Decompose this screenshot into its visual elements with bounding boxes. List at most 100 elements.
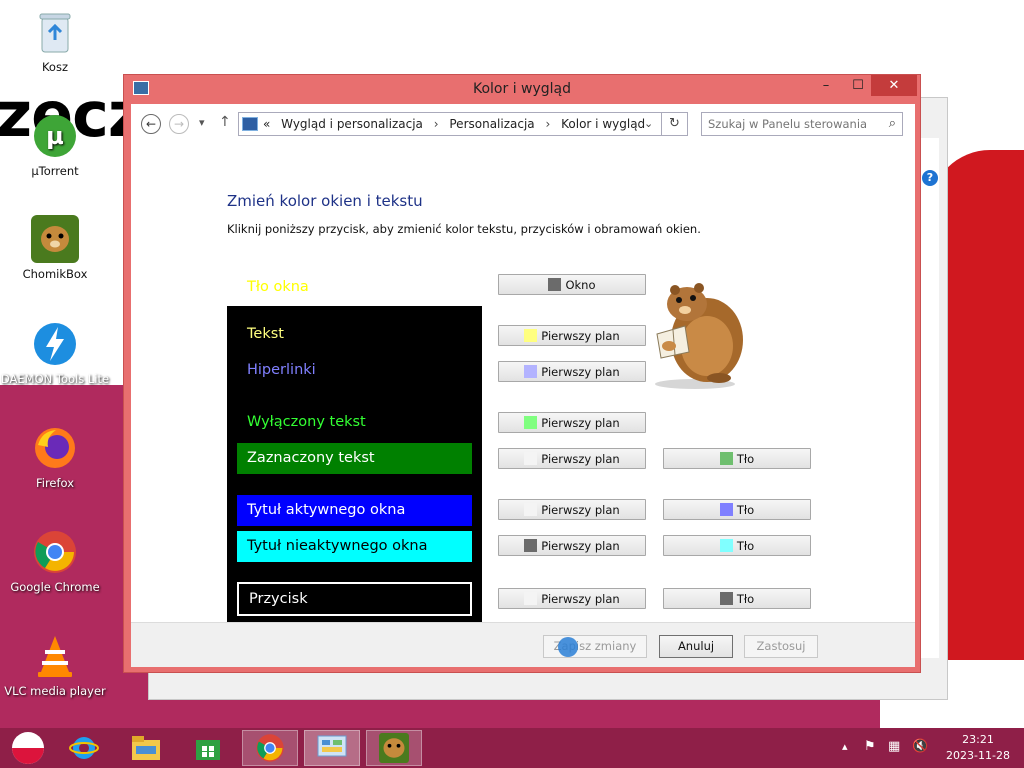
recycle-bin-icon [31,8,79,56]
breadcrumb-item-color[interactable]: Kolor i wygląd [561,117,645,131]
title-bar[interactable]: Kolor i wygląd – ☐ ✕ [124,75,920,103]
color-swatch [719,592,733,605]
maximize-button[interactable]: ☐ [844,75,872,97]
up-button[interactable]: ↑ [219,114,231,130]
taskbar-chrome[interactable] [242,730,298,766]
button-label: Pierwszy plan [541,538,620,553]
close-button[interactable]: ✕ [871,75,917,96]
action-center-flag-icon[interactable]: ⚑ [864,739,876,768]
color-swatch [524,592,538,605]
chrome-icon [31,528,79,576]
store-icon [196,740,220,760]
desktop-icon-utorrent[interactable]: µ µTorrent [0,112,110,178]
selected-foreground-button[interactable]: Pierwszy plan [498,448,646,469]
control-panel-icon [242,117,258,131]
preview-hyperlinks: Hiperlinki [247,362,316,378]
recent-locations-button[interactable]: ▾ [199,116,205,129]
color-swatch [524,452,538,465]
cancel-button[interactable]: Anuluj [659,635,733,658]
desktop-icon-firefox[interactable]: Firefox [0,424,110,490]
address-dropdown-icon[interactable]: ⌄ [644,117,653,130]
page-title: Zmień kolor okien i tekstu [227,192,423,210]
breadcrumb-item-personalization[interactable]: Personalizacja [449,117,534,131]
window-background-label: Tło okna [247,279,309,295]
firefox-icon [31,424,79,472]
button-label: Tło [736,538,755,553]
chomikbox-icon [379,733,409,763]
desktop-icon-recycle-bin[interactable]: Kosz [0,8,110,74]
selected-background-button[interactable]: Tło [663,448,811,469]
back-button[interactable]: ← [141,114,161,134]
button-foreground-button[interactable]: Pierwszy plan [498,588,646,609]
color-swatch [524,416,538,429]
text-foreground-button[interactable]: Pierwszy plan [498,325,646,346]
color-swatch [524,329,538,342]
color-preview-panel: Tekst Hiperlinki Wyłączony tekst Zaznacz… [227,306,482,627]
preview-text: Tekst [247,326,284,342]
preview-inactive-title: Tytuł nieaktywnego okna [237,531,472,562]
inactive-title-foreground-button[interactable]: Pierwszy plan [498,535,646,556]
apply-button[interactable]: Zastosuj [744,635,818,658]
active-title-foreground-button[interactable]: Pierwszy plan [498,499,646,520]
dialog-footer: Zapisz zmiany Anuluj Zastosuj [131,622,915,667]
hyperlink-foreground-button[interactable]: Pierwszy plan [498,361,646,382]
network-icon[interactable]: ▦ [888,739,900,768]
button-label: Tło [736,502,755,517]
preview-selected-text: Zaznaczony tekst [237,443,472,474]
desktop-icon-chrome[interactable]: Google Chrome [0,528,110,594]
clock-time: 23:21 [962,733,994,746]
desktop-icon-daemon-tools[interactable]: DAEMON Tools Lite [0,320,110,386]
window-title: Kolor i wygląd [472,81,572,97]
color-swatch [719,503,733,516]
search-input[interactable] [702,113,876,135]
help-icon[interactable]: ? [922,170,938,186]
taskbar-control-panel[interactable] [304,730,360,766]
button-background-button[interactable]: Tło [663,588,811,609]
button-label: Tło [736,591,755,606]
minimize-button[interactable]: – [812,75,840,97]
show-hidden-icons-button[interactable]: ▴ [842,740,848,768]
color-appearance-dialog[interactable]: Kolor i wygląd – ☐ ✕ ← → ▾ ↑ « Wygląd i … [123,74,921,673]
button-label: Pierwszy plan [541,591,620,606]
window-color-button[interactable]: Okno [498,274,646,295]
desktop-icon-label: µTorrent [31,164,79,178]
chrome-icon [256,734,284,762]
start-button[interactable] [0,730,56,766]
desktop-icon-chomikbox[interactable]: ChomikBox [0,215,110,281]
search-box[interactable]: ⌕ [701,112,903,136]
desktop-icon-vlc[interactable]: VLC media player [0,632,110,698]
volume-muted-icon[interactable]: 🔇 [912,739,928,768]
breadcrumb: « Wygląd i personalizacja › Personalizac… [263,117,646,131]
desktop-icon-label: VLC media player [4,684,106,698]
control-panel-icon [317,735,347,757]
navigation-bar: ← → ▾ ↑ « Wygląd i personalizacja › Pers… [131,104,915,144]
button-label: Tło [736,451,755,466]
chomikbox-icon [31,215,79,263]
active-title-background-button[interactable]: Tło [663,499,811,520]
daemon-tools-icon [31,320,79,368]
color-swatch [548,278,562,291]
button-label: Pierwszy plan [541,502,620,517]
desktop-icon-label: Google Chrome [10,580,100,594]
taskbar-store[interactable] [180,730,236,766]
taskbar-chomikbox[interactable] [366,730,422,766]
inactive-title-background-button[interactable]: Tło [663,535,811,556]
breadcrumb-item-personalization-appearance[interactable]: Wygląd i personalizacja [281,117,423,131]
search-icon[interactable]: ⌕ [889,116,896,131]
internet-explorer-icon [69,737,99,759]
windows-flag-icon [12,732,44,764]
taskbar-file-explorer[interactable] [118,730,174,766]
desktop-icon-label: Firefox [35,476,75,490]
color-swatch [524,503,538,516]
forward-button[interactable]: → [169,114,189,134]
button-label: Okno [565,277,596,292]
preview-disabled-text: Wyłączony tekst [247,414,366,430]
taskbar-clock[interactable]: 23:21 2023-11-28 [940,732,1016,764]
disabled-foreground-button[interactable]: Pierwszy plan [498,412,646,433]
button-label: Pierwszy plan [541,451,620,466]
refresh-button[interactable]: ↻ [662,112,688,136]
taskbar-internet-explorer[interactable] [56,730,112,766]
breadcrumb-prefix[interactable]: « [263,117,270,131]
address-bar[interactable]: « Wygląd i personalizacja › Personalizac… [238,112,662,136]
desktop-icon-label: DAEMON Tools Lite [0,372,110,386]
